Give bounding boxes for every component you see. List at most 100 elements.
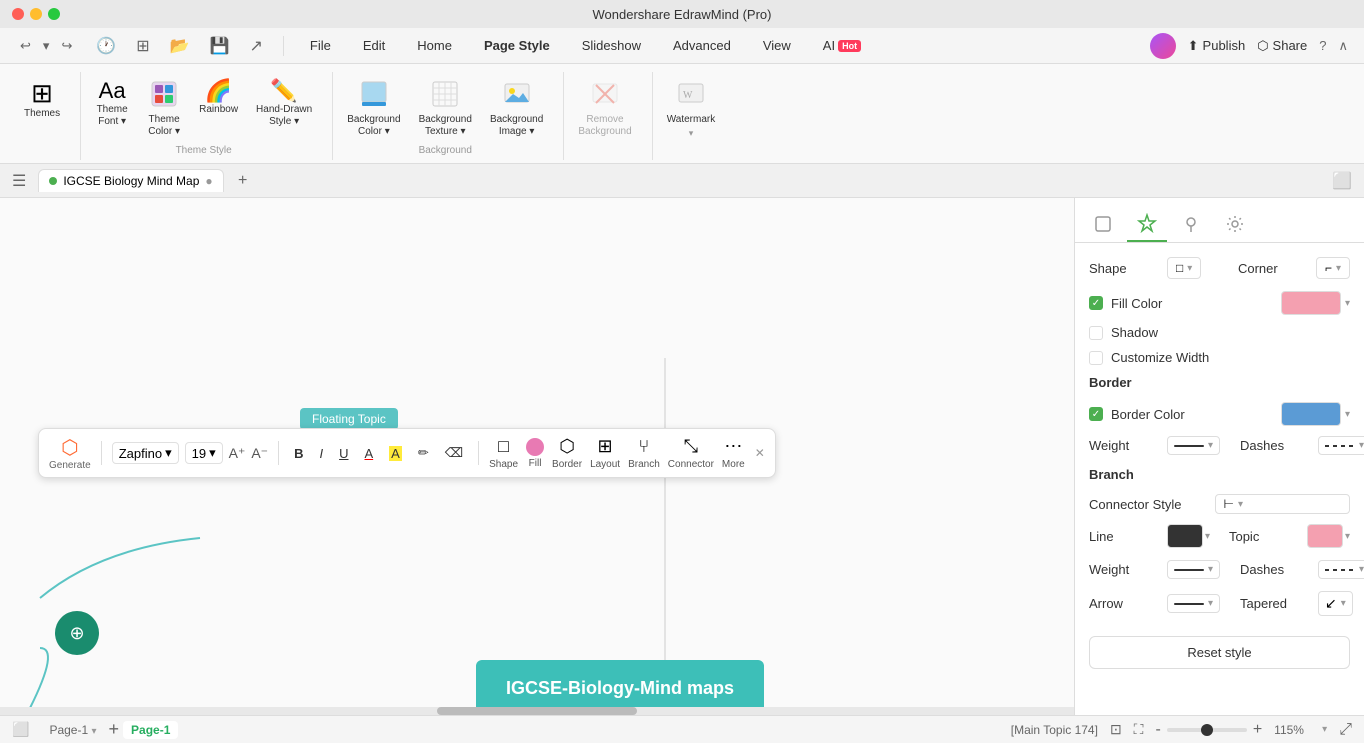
panel-tab-location[interactable]: [1171, 206, 1211, 242]
background-image-button[interactable]: BackgroundImage ▾: [482, 74, 551, 144]
export-button[interactable]: ↗: [250, 36, 263, 56]
undo-button[interactable]: ↩: [16, 36, 35, 56]
line-color-swatch[interactable]: [1167, 524, 1203, 548]
panel-tab-settings[interactable]: [1215, 206, 1255, 242]
layout-tool-button[interactable]: ⊞ Layout: [590, 436, 620, 470]
panel-tab-style[interactable]: [1083, 206, 1123, 242]
zoom-dropdown[interactable]: ▾: [1322, 724, 1327, 735]
highlight-button[interactable]: A: [384, 443, 407, 464]
customize-width-checkbox[interactable]: [1089, 351, 1103, 365]
minimize-button[interactable]: [30, 8, 42, 20]
menu-home[interactable]: Home: [411, 34, 458, 57]
underline-button[interactable]: U: [334, 443, 353, 464]
scroll-thumb[interactable]: [437, 707, 637, 715]
border-color-swatch[interactable]: [1281, 402, 1341, 426]
ai-assistant-button[interactable]: ⊕: [55, 611, 99, 655]
fill-color-arrow[interactable]: ▾: [1345, 298, 1350, 309]
watermark-button[interactable]: W Watermark ▾: [659, 74, 724, 145]
topic-color-swatch[interactable]: [1307, 524, 1343, 548]
border-weight-selector[interactable]: ▾: [1167, 436, 1220, 455]
menu-view[interactable]: View: [757, 34, 797, 57]
redo-button[interactable]: ↪: [57, 36, 76, 56]
line-color-arrow[interactable]: ▾: [1205, 531, 1210, 542]
close-button[interactable]: [12, 8, 24, 20]
topic-color-arrow[interactable]: ▾: [1345, 531, 1350, 542]
page-tab-display[interactable]: Page-1 ▾: [41, 721, 104, 739]
tab-close[interactable]: ●: [205, 174, 212, 188]
toolbar-close[interactable]: ✕: [755, 446, 765, 460]
canvas[interactable]: Floating Topic ⬡ Generate Zapfino ▾ 19 ▾…: [0, 198, 1074, 715]
connector-tool-button[interactable]: ⤡ Connector: [668, 436, 714, 470]
ai-generate-button[interactable]: ⬡ Generate: [49, 435, 91, 471]
maximize-button[interactable]: [48, 8, 60, 20]
add-tab-button[interactable]: +: [232, 170, 254, 192]
collapse-button[interactable]: ∧: [1338, 38, 1348, 54]
fill-tool-button[interactable]: Fill: [526, 438, 544, 469]
avatar[interactable]: [1150, 33, 1176, 59]
zoom-track[interactable]: [1167, 728, 1247, 732]
border-dashes-selector[interactable]: ▾: [1318, 436, 1364, 455]
add-page-button[interactable]: +: [109, 719, 120, 740]
fit-to-screen[interactable]: ⊡: [1110, 721, 1122, 738]
tapered-selector[interactable]: ↙ ▾: [1318, 591, 1353, 616]
bold-button[interactable]: B: [289, 443, 308, 464]
fill-color-swatch[interactable]: [1281, 291, 1341, 315]
help-button[interactable]: ?: [1319, 38, 1326, 53]
active-page-tab[interactable]: Page-1: [123, 721, 178, 739]
page-dropdown[interactable]: ▾: [91, 726, 96, 737]
save-button[interactable]: 💾: [210, 36, 230, 56]
collapse-pages-icon[interactable]: ⬜: [12, 721, 29, 738]
eraser-button[interactable]: ⌫: [440, 442, 468, 464]
background-texture-button[interactable]: BackgroundTexture ▾: [411, 74, 480, 144]
arrow-selector[interactable]: ▾: [1167, 594, 1220, 613]
background-color-button[interactable]: BackgroundColor ▾: [339, 74, 408, 144]
shape-tool-button[interactable]: □ Shape: [489, 436, 518, 470]
fill-color-checkbox[interactable]: ✓: [1089, 296, 1103, 310]
more-tool-button[interactable]: ⋯ More: [722, 436, 745, 470]
share-button[interactable]: ⬡ Share: [1257, 38, 1307, 54]
branch-weight-selector[interactable]: ▾: [1167, 560, 1220, 579]
horizontal-scrollbar[interactable]: [0, 707, 1074, 715]
menu-page-style[interactable]: Page Style: [478, 34, 556, 57]
font-selector[interactable]: Zapfino ▾: [112, 442, 179, 464]
font-size-selector[interactable]: 19 ▾: [185, 442, 223, 464]
branch-dashes-selector[interactable]: ▾: [1318, 560, 1364, 579]
undo-dropdown[interactable]: ▾: [39, 36, 54, 56]
menu-advanced[interactable]: Advanced: [667, 34, 737, 57]
font-size-increase[interactable]: A⁺: [229, 445, 246, 462]
fullscreen-button[interactable]: ⛶: [1134, 721, 1144, 738]
sidebar-toggle[interactable]: ☰: [12, 171, 26, 191]
font-color-button[interactable]: A: [359, 443, 378, 464]
corner-selector[interactable]: ⌐ ▾: [1316, 257, 1350, 279]
zoom-in-button[interactable]: +: [1253, 721, 1262, 739]
border-color-checkbox[interactable]: ✓: [1089, 407, 1103, 421]
pen-tool-button[interactable]: ✏: [413, 442, 434, 464]
menu-ai[interactable]: AI Hot: [817, 34, 867, 57]
tab-igcse-biology[interactable]: IGCSE Biology Mind Map ●: [38, 169, 223, 192]
history-button[interactable]: 🕐: [96, 36, 116, 56]
menu-edit[interactable]: Edit: [357, 34, 391, 57]
theme-font-button[interactable]: Aa ThemeFont ▾: [87, 74, 137, 134]
rainbow-button[interactable]: 🌈 Rainbow: [191, 74, 246, 122]
menu-file[interactable]: File: [304, 34, 337, 57]
zoom-thumb[interactable]: [1201, 724, 1213, 736]
panel-tab-ai[interactable]: [1127, 206, 1167, 242]
fit-view-button[interactable]: ⤢: [1339, 721, 1352, 739]
italic-button[interactable]: I: [314, 443, 328, 464]
branch-tool-button[interactable]: ⑂ Branch: [628, 436, 660, 470]
zoom-out-button[interactable]: -: [1155, 721, 1160, 739]
panel-toggle[interactable]: ⬜: [1332, 171, 1352, 191]
shape-selector[interactable]: □ ▾: [1167, 257, 1201, 279]
font-size-decrease[interactable]: A⁻: [251, 445, 268, 462]
hand-drawn-button[interactable]: ✏️ Hand-DrawnStyle ▾: [248, 74, 320, 134]
new-button[interactable]: ⊞: [136, 36, 149, 56]
open-button[interactable]: 📂: [170, 36, 190, 56]
border-color-arrow[interactable]: ▾: [1345, 409, 1350, 420]
menu-slideshow[interactable]: Slideshow: [576, 34, 647, 57]
publish-button[interactable]: ⬆ Publish: [1188, 38, 1246, 54]
shadow-checkbox[interactable]: [1089, 326, 1103, 340]
theme-color-button[interactable]: ThemeColor ▾: [139, 74, 189, 144]
themes-button[interactable]: ⊞ Themes: [16, 74, 68, 126]
connector-style-selector[interactable]: ⊢ ▾: [1215, 494, 1351, 514]
reset-style-button[interactable]: Reset style: [1089, 636, 1350, 669]
